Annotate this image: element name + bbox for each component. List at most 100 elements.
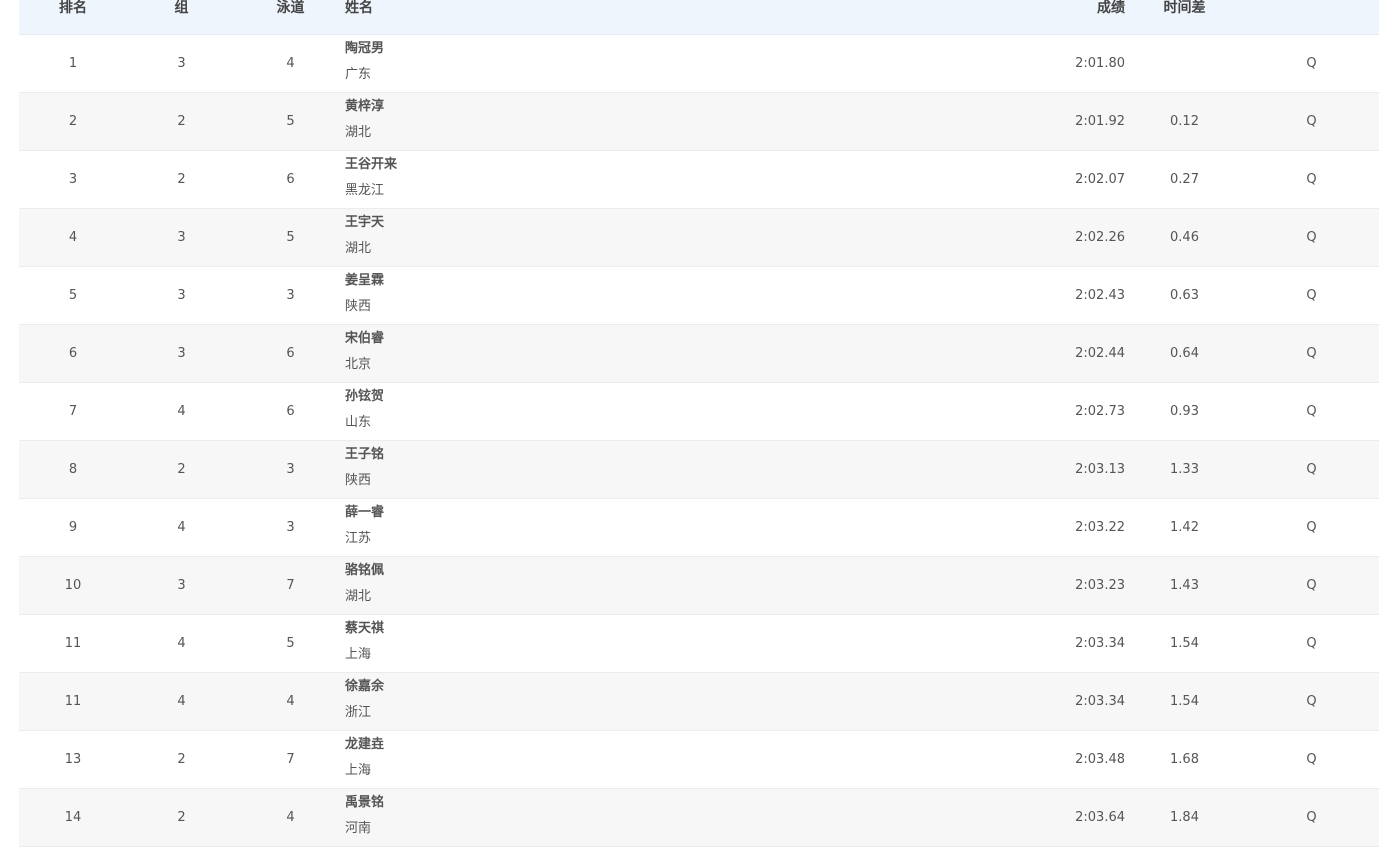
athlete-team: 山东: [345, 415, 372, 430]
athlete-team: 上海: [345, 763, 372, 778]
athlete-name: 陶冠男: [345, 41, 385, 56]
time-diff-cell: 0.12: [1170, 114, 1199, 129]
group-cell: 4: [177, 694, 186, 709]
athlete-team: 河南: [345, 821, 372, 836]
name-cell: 薛一睿 江苏: [345, 505, 925, 547]
rank-cell: 3: [68, 172, 78, 187]
athlete-team: 湖北: [345, 241, 372, 256]
athlete-team: 湖北: [345, 125, 372, 140]
athlete-team: 上海: [345, 647, 372, 662]
header-lane[interactable]: 泳道: [236, 0, 345, 17]
rank-cell: 6: [68, 346, 78, 361]
group-cell: 3: [177, 288, 186, 303]
rank-cell: 1: [68, 56, 78, 71]
table-row[interactable]: 3 2 6 王谷开来 黑龙江 2:02.07 0.27 Q: [19, 151, 1379, 209]
lane-cell: 4: [286, 810, 295, 825]
score-cell: 2:03.34: [1075, 694, 1125, 709]
time-diff-cell: 1.42: [1170, 520, 1199, 535]
time-diff-cell: 0.64: [1170, 346, 1199, 361]
score-cell: 2:01.80: [1075, 56, 1125, 71]
table-row[interactable]: 4 3 5 王宇天 湖北 2:02.26 0.46 Q: [19, 209, 1379, 267]
rank-cell: 11: [64, 636, 82, 651]
name-cell: 骆铭佩 湖北: [345, 563, 925, 605]
qualify-cell: Q: [1306, 56, 1317, 71]
athlete-name: 王谷开来: [345, 157, 398, 172]
name-cell: 姜呈霖 陕西: [345, 273, 925, 315]
score-cell: 2:03.23: [1075, 578, 1125, 593]
qualify-cell: Q: [1306, 404, 1317, 419]
group-cell: 4: [177, 520, 186, 535]
lane-cell: 6: [286, 172, 295, 187]
header-rank[interactable]: 排名: [19, 0, 127, 17]
score-cell: 2:03.48: [1075, 752, 1125, 767]
name-cell: 陶冠男 广东: [345, 41, 925, 83]
table-row[interactable]: 1 3 4 陶冠男 广东 2:01.80 Q: [19, 35, 1379, 93]
group-cell: 3: [177, 578, 186, 593]
score-cell: 2:02.07: [1075, 172, 1125, 187]
rank-cell: 8: [68, 462, 78, 477]
qualify-cell: Q: [1306, 520, 1317, 535]
score-cell: 2:02.44: [1075, 346, 1125, 361]
group-cell: 3: [177, 56, 186, 71]
name-cell: 禹景铭 河南: [345, 795, 925, 837]
athlete-name: 禹景铭: [345, 795, 385, 810]
rank-cell: 5: [68, 288, 78, 303]
athlete-name: 姜呈霖: [345, 273, 385, 288]
athlete-name: 黄梓淳: [345, 99, 385, 114]
qualify-cell: Q: [1306, 810, 1317, 825]
table-row[interactable]: 13 2 7 龙建垚 上海 2:03.48 1.68 Q: [19, 731, 1379, 789]
lane-cell: 3: [286, 520, 295, 535]
score-cell: 2:03.64: [1075, 810, 1125, 825]
rank-cell: 7: [68, 404, 78, 419]
lane-cell: 6: [286, 346, 295, 361]
name-cell: 龙建垚 上海: [345, 737, 925, 779]
lane-cell: 5: [286, 636, 295, 651]
rank-cell: 9: [68, 520, 78, 535]
score-cell: 2:03.22: [1075, 520, 1125, 535]
table-row[interactable]: 2 2 5 黄梓淳 湖北 2:01.92 0.12 Q: [19, 93, 1379, 151]
header-group[interactable]: 组: [127, 0, 236, 17]
group-cell: 2: [177, 172, 186, 187]
name-cell: 王宇天 湖北: [345, 215, 925, 257]
group-cell: 2: [177, 114, 186, 129]
qualify-cell: Q: [1306, 172, 1317, 187]
rank-cell: 14: [64, 810, 82, 825]
athlete-team: 黑龙江: [345, 183, 385, 198]
table-row[interactable]: 9 4 3 薛一睿 江苏 2:03.22 1.42 Q: [19, 499, 1379, 557]
athlete-team: 湖北: [345, 589, 372, 604]
table-header: 排名 组 泳道 姓名 成绩 时间差: [19, 0, 1379, 35]
score-cell: 2:02.43: [1075, 288, 1125, 303]
table-row[interactable]: 5 3 3 姜呈霖 陕西 2:02.43 0.63 Q: [19, 267, 1379, 325]
rank-cell: 4: [68, 230, 78, 245]
group-cell: 4: [177, 404, 186, 419]
lane-cell: 6: [286, 404, 295, 419]
table-row[interactable]: 7 4 6 孙铉贺 山东 2:02.73 0.93 Q: [19, 383, 1379, 441]
header-diff[interactable]: 时间差: [1125, 0, 1244, 17]
table-row[interactable]: 11 4 4 徐嘉余 浙江 2:03.34 1.54 Q: [19, 673, 1379, 731]
group-cell: 4: [177, 636, 186, 651]
header-name[interactable]: 姓名: [345, 0, 925, 17]
athlete-team: 浙江: [345, 705, 372, 720]
athlete-name: 薛一睿: [345, 505, 385, 520]
score-cell: 2:02.73: [1075, 404, 1125, 419]
rank-cell: 11: [64, 694, 82, 709]
name-cell: 王谷开来 黑龙江: [345, 157, 925, 199]
athlete-name: 徐嘉余: [345, 679, 385, 694]
table-row[interactable]: 11 4 5 蔡天祺 上海 2:03.34 1.54 Q: [19, 615, 1379, 673]
lane-cell: 4: [286, 56, 295, 71]
lane-cell: 7: [286, 578, 295, 593]
qualify-cell: Q: [1306, 288, 1317, 303]
table-row[interactable]: 8 2 3 王子铭 陕西 2:03.13 1.33 Q: [19, 441, 1379, 499]
score-cell: 2:03.34: [1075, 636, 1125, 651]
score-cell: 2:01.92: [1075, 114, 1125, 129]
table-row[interactable]: 6 3 6 宋伯睿 北京 2:02.44 0.64 Q: [19, 325, 1379, 383]
athlete-name: 王子铭: [345, 447, 385, 462]
qualify-cell: Q: [1306, 114, 1317, 129]
table-row[interactable]: 14 2 4 禹景铭 河南 2:03.64 1.84 Q: [19, 789, 1379, 847]
group-cell: 3: [177, 230, 186, 245]
athlete-name: 宋伯睿: [345, 331, 385, 346]
lane-cell: 3: [286, 462, 295, 477]
header-score[interactable]: 成绩: [925, 0, 1125, 17]
time-diff-cell: 1.54: [1170, 636, 1199, 651]
table-row[interactable]: 10 3 7 骆铭佩 湖北 2:03.23 1.43 Q: [19, 557, 1379, 615]
